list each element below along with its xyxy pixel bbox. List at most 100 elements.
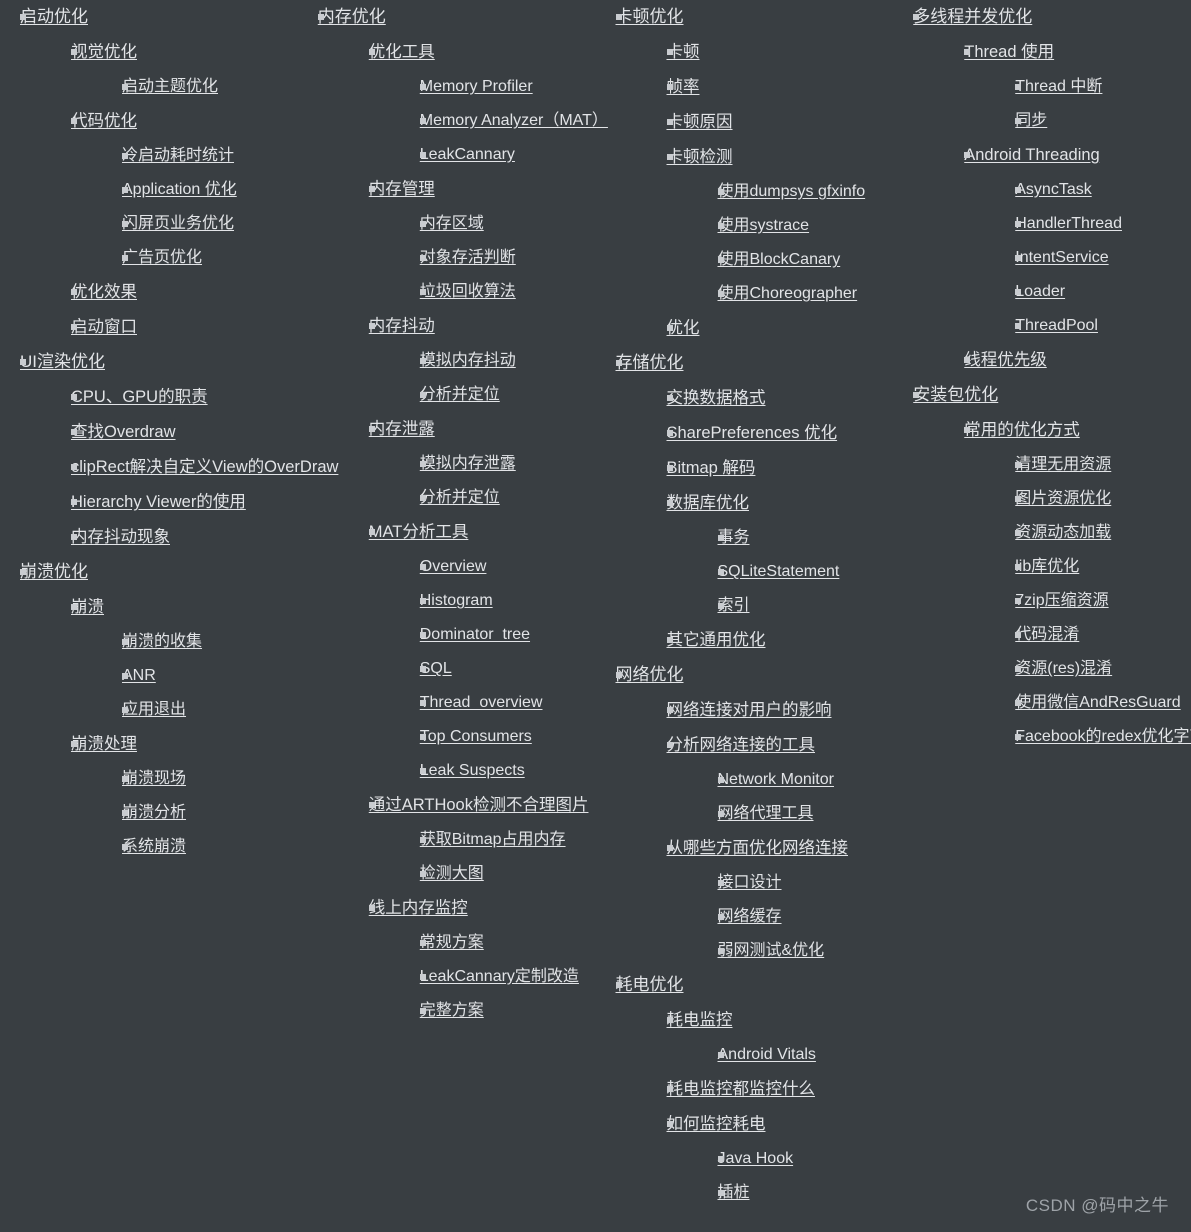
outline-link-内存抖动现象[interactable]: 内存抖动现象 bbox=[71, 528, 170, 546]
outline-link-ui渲染优化[interactable]: UI渲染优化 bbox=[20, 352, 105, 371]
outline-link-检测大图[interactable]: 检测大图 bbox=[420, 865, 484, 882]
outline-link-接口设计[interactable]: 接口设计 bbox=[718, 874, 782, 891]
outline-link-leakcannary定制改造[interactable]: LeakCannary定制改造 bbox=[420, 968, 579, 985]
outline-link-线上内存监控[interactable]: 线上内存监控 bbox=[369, 899, 468, 917]
outline-link-崩溃分析[interactable]: 崩溃分析 bbox=[122, 804, 186, 821]
outline-link-闪屏页业务优化[interactable]: 闪屏页业务优化 bbox=[122, 215, 234, 232]
outline-link-内存抖动[interactable]: 内存抖动 bbox=[369, 317, 435, 335]
outline-link-通过arthook检测不合理图片[interactable]: 通过ARTHook检测不合理图片 bbox=[369, 796, 589, 814]
outline-link-network-monitor[interactable]: Network Monitor bbox=[718, 771, 834, 788]
outline-link-memory-profiler[interactable]: Memory Profiler bbox=[420, 78, 533, 95]
outline-link-垃圾回收算法[interactable]: 垃圾回收算法 bbox=[420, 283, 516, 300]
outline-link-冷启动耗时统计[interactable]: 冷启动耗时统计 bbox=[122, 147, 234, 164]
outline-link-内存管理[interactable]: 内存管理 bbox=[369, 180, 435, 198]
outline-link-lib库优化[interactable]: lib库优化 bbox=[1015, 558, 1079, 575]
outline-link-启动主题优化[interactable]: 启动主题优化 bbox=[122, 78, 218, 95]
outline-link-使用dumpsys-gfxinfo[interactable]: 使用dumpsys gfxinfo bbox=[718, 183, 866, 200]
outline-link-弱网测试-优化[interactable]: 弱网测试&优化 bbox=[718, 942, 825, 959]
outline-link-hierarchy-viewer的使用[interactable]: Hierarchy Viewer的使用 bbox=[71, 493, 246, 511]
outline-link-使用choreographer[interactable]: 使用Choreographer bbox=[718, 285, 858, 302]
outline-link-histogram[interactable]: Histogram bbox=[420, 592, 493, 609]
outline-link-线程优先级[interactable]: 线程优先级 bbox=[964, 351, 1047, 369]
outline-link-获取bitmap占用内存[interactable]: 获取Bitmap占用内存 bbox=[420, 831, 566, 848]
outline-link-系统崩溃[interactable]: 系统崩溃 bbox=[122, 838, 186, 855]
outline-link-交换数据格式[interactable]: 交换数据格式 bbox=[667, 389, 766, 407]
outline-link-模拟内存泄露[interactable]: 模拟内存泄露 bbox=[420, 455, 516, 472]
outline-link-sharepreferences-优化[interactable]: SharePreferences 优化 bbox=[667, 424, 838, 442]
outline-link-thread-overview[interactable]: Thread_overview bbox=[420, 694, 543, 711]
outline-link-崩溃处理[interactable]: 崩溃处理 bbox=[71, 735, 137, 753]
outline-link-overview[interactable]: Overview bbox=[420, 558, 487, 575]
outline-link-视觉优化[interactable]: 视觉优化 bbox=[71, 43, 137, 61]
outline-link-广告页优化[interactable]: 广告页优化 bbox=[122, 249, 202, 266]
outline-link-loader[interactable]: Loader bbox=[1015, 283, 1065, 300]
outline-link-常用的优化方式[interactable]: 常用的优化方式 bbox=[964, 421, 1080, 439]
outline-link-崩溃的收集[interactable]: 崩溃的收集 bbox=[122, 633, 202, 650]
outline-link-应用退出[interactable]: 应用退出 bbox=[122, 701, 186, 718]
outline-link-如何监控耗电[interactable]: 如何监控耗电 bbox=[667, 1115, 766, 1133]
outline-link-耗电监控[interactable]: 耗电监控 bbox=[667, 1011, 733, 1029]
outline-link-常规方案[interactable]: 常规方案 bbox=[420, 934, 484, 951]
outline-link-内存优化[interactable]: 内存优化 bbox=[318, 7, 386, 26]
outline-link-图片资源优化[interactable]: 图片资源优化 bbox=[1015, 490, 1111, 507]
outline-link-使用blockcanary[interactable]: 使用BlockCanary bbox=[718, 251, 841, 268]
outline-link-数据库优化[interactable]: 数据库优化 bbox=[667, 494, 750, 512]
outline-link-bitmap-解码[interactable]: Bitmap 解码 bbox=[667, 459, 756, 477]
outline-link-使用systrace[interactable]: 使用systrace bbox=[718, 217, 810, 234]
outline-link-耗电监控都监控什么[interactable]: 耗电监控都监控什么 bbox=[667, 1080, 816, 1098]
outline-link-cpu-gpu的职责[interactable]: CPU、GPU的职责 bbox=[71, 388, 208, 406]
outline-link-内存区域[interactable]: 内存区域 bbox=[420, 215, 484, 232]
outline-link-模拟内存抖动[interactable]: 模拟内存抖动 bbox=[420, 352, 516, 369]
outline-link-memory-analyzer-mat[interactable]: Memory Analyzer（MAT） bbox=[420, 112, 608, 129]
outline-link-7zip压缩资源[interactable]: 7zip压缩资源 bbox=[1015, 592, 1108, 609]
outline-link-卡顿原因[interactable]: 卡顿原因 bbox=[667, 113, 733, 131]
outline-link-intentservice[interactable]: IntentService bbox=[1015, 249, 1108, 266]
outline-link-android-threading[interactable]: Android Threading bbox=[964, 146, 1099, 164]
outline-link-资源-res-混淆[interactable]: 资源(res)混淆 bbox=[1015, 660, 1112, 677]
outline-link-sqlitestatement[interactable]: SQLiteStatement bbox=[718, 563, 840, 580]
outline-link-优化工具[interactable]: 优化工具 bbox=[369, 43, 435, 61]
outline-link-多线程并发优化[interactable]: 多线程并发优化 bbox=[913, 7, 1032, 26]
outline-link-完整方案[interactable]: 完整方案 bbox=[420, 1002, 484, 1019]
outline-link-内存泄露[interactable]: 内存泄露 bbox=[369, 420, 435, 438]
outline-link-其它通用优化[interactable]: 其它通用优化 bbox=[667, 631, 766, 649]
outline-link-dominator-tree[interactable]: Dominator_tree bbox=[420, 626, 530, 643]
outline-link-leak-suspects[interactable]: Leak Suspects bbox=[420, 762, 525, 779]
outline-link-资源动态加载[interactable]: 资源动态加载 bbox=[1015, 524, 1111, 541]
outline-link-application-优化[interactable]: Application 优化 bbox=[122, 181, 237, 198]
outline-link-优化效果[interactable]: 优化效果 bbox=[71, 283, 137, 301]
outline-link-网络连接对用户的影响[interactable]: 网络连接对用户的影响 bbox=[667, 701, 832, 719]
outline-link-分析并定位[interactable]: 分析并定位 bbox=[420, 386, 500, 403]
outline-link-安装包优化[interactable]: 安装包优化 bbox=[913, 385, 998, 404]
outline-link-耗电优化[interactable]: 耗电优化 bbox=[616, 975, 684, 994]
outline-link-网络代理工具[interactable]: 网络代理工具 bbox=[718, 805, 814, 822]
outline-link-分析网络连接的工具[interactable]: 分析网络连接的工具 bbox=[667, 736, 816, 754]
outline-link-卡顿优化[interactable]: 卡顿优化 bbox=[616, 7, 684, 26]
outline-link-android-vitals[interactable]: Android Vitals bbox=[718, 1046, 816, 1063]
outline-link-清理无用资源[interactable]: 清理无用资源 bbox=[1015, 456, 1111, 473]
outline-link-代码优化[interactable]: 代码优化 bbox=[71, 112, 137, 130]
outline-link-代码混淆[interactable]: 代码混淆 bbox=[1015, 626, 1079, 643]
outline-link-mat分析工具[interactable]: MAT分析工具 bbox=[369, 523, 469, 541]
outline-link-从哪些方面优化网络连接[interactable]: 从哪些方面优化网络连接 bbox=[667, 839, 849, 857]
outline-link-查找overdraw[interactable]: 查找Overdraw bbox=[71, 423, 176, 441]
outline-link-handlerthread[interactable]: HandlerThread bbox=[1015, 215, 1122, 232]
outline-link-java-hook[interactable]: Java Hook bbox=[718, 1150, 794, 1167]
outline-link-对象存活判断[interactable]: 对象存活判断 bbox=[420, 249, 516, 266]
outline-link-top-consumers[interactable]: Top Consumers bbox=[420, 728, 532, 745]
outline-link-threadpool[interactable]: ThreadPool bbox=[1015, 317, 1098, 334]
outline-link-leakcannary[interactable]: LeakCannary bbox=[420, 146, 515, 163]
outline-link-启动窗口[interactable]: 启动窗口 bbox=[71, 318, 137, 336]
outline-link-崩溃现场[interactable]: 崩溃现场 bbox=[122, 770, 186, 787]
outline-link-使用微信andresguard[interactable]: 使用微信AndResGuard bbox=[1015, 694, 1180, 711]
outline-link-asynctask[interactable]: AsyncTask bbox=[1015, 181, 1091, 198]
outline-link-存储优化[interactable]: 存储优化 bbox=[616, 353, 684, 372]
outline-link-卡顿检测[interactable]: 卡顿检测 bbox=[667, 148, 733, 166]
outline-link-启动优化[interactable]: 启动优化 bbox=[20, 7, 88, 26]
outline-link-网络缓存[interactable]: 网络缓存 bbox=[718, 908, 782, 925]
outline-link-网络优化[interactable]: 网络优化 bbox=[616, 665, 684, 684]
outline-link-facebook的redex优化字节码[interactable]: Facebook的redex优化字节码 bbox=[1015, 728, 1191, 745]
outline-link-崩溃优化[interactable]: 崩溃优化 bbox=[20, 562, 88, 581]
outline-link-分析并定位[interactable]: 分析并定位 bbox=[420, 489, 500, 506]
outline-link-thread-中断[interactable]: Thread 中断 bbox=[1015, 78, 1102, 95]
